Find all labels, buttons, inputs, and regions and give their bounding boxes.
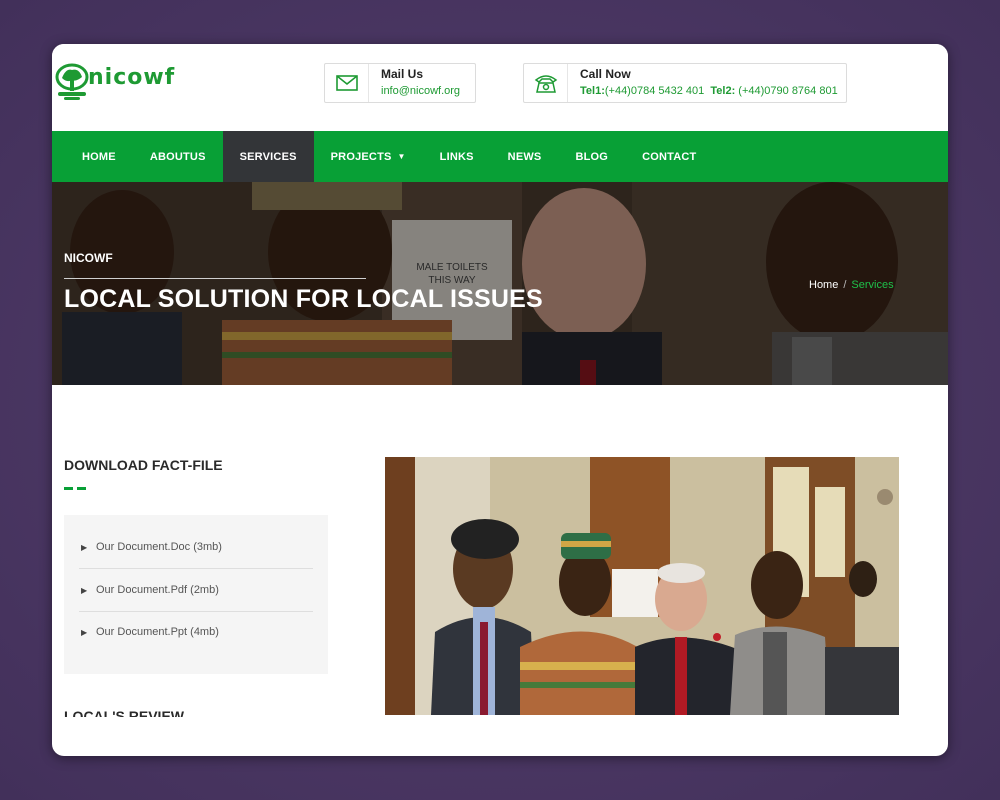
nav-contact[interactable]: CONTACT <box>625 131 713 182</box>
breadcrumb-current: Services <box>851 279 894 291</box>
hero-kicker: NICOWF <box>64 251 113 265</box>
document-item-ppt[interactable]: ▶ Our Document.Ppt (4mb) <box>79 611 313 653</box>
document-item-doc[interactable]: ▶ Our Document.Doc (3mb) <box>79 526 313 568</box>
site-header: nicowf Mail Us info@nicowf.org Call Now … <box>52 44 948 131</box>
caret-right-icon: ▶ <box>81 627 88 637</box>
caret-right-icon: ▶ <box>81 542 88 552</box>
mail-us-box[interactable]: Mail Us info@nicowf.org <box>324 63 476 103</box>
tree-logo-icon <box>55 63 89 100</box>
page-hero-banner: MALE TOILETS THIS WAY NICOWF LOCAL SOLUT… <box>52 182 948 385</box>
hero-divider <box>64 278 366 279</box>
breadcrumb: Home / Services <box>809 279 894 291</box>
document-label: Our Document.Pdf (2mb) <box>96 584 219 596</box>
tel1-label: Tel1: <box>580 85 605 97</box>
envelope-icon <box>325 64 369 102</box>
page-title: LOCAL SOLUTION FOR LOCAL ISSUES <box>64 285 543 313</box>
telephone-icon <box>524 64 568 102</box>
call-now-box[interactable]: Call Now Tel1:(+44)0784 5432 401 Tel2: (… <box>523 63 847 103</box>
title-underline-dashes <box>64 487 86 490</box>
nav-aboutus[interactable]: ABOUTUS <box>133 131 223 182</box>
logo-text: nicowf <box>88 64 176 90</box>
nav-projects[interactable]: PROJECTS ▼ <box>314 131 423 182</box>
document-list: ▶ Our Document.Doc (3mb) ▶ Our Document.… <box>64 515 328 674</box>
tel1-value: (+44)0784 5432 401 <box>604 85 705 97</box>
nav-projects-label: PROJECTS <box>330 150 392 163</box>
mail-address[interactable]: info@nicowf.org <box>381 82 460 100</box>
tel2-label: Tel2: <box>710 85 736 97</box>
call-now-title: Call Now <box>580 67 631 81</box>
services-photo <box>385 457 899 715</box>
caret-down-icon: ▼ <box>397 152 406 161</box>
breadcrumb-home[interactable]: Home <box>809 279 838 291</box>
site-logo[interactable]: nicowf <box>54 62 175 102</box>
document-label: Our Document.Ppt (4mb) <box>96 626 219 638</box>
group-photo-image <box>385 457 899 715</box>
nav-services[interactable]: SERVICES <box>222 131 314 182</box>
reviews-heading: LOCAL'S REVIEW <box>64 708 184 717</box>
mail-us-title: Mail Us <box>381 67 424 81</box>
nav-links[interactable]: LINKS <box>423 131 491 182</box>
browser-page: nicowf Mail Us info@nicowf.org Call Now … <box>52 44 948 756</box>
sidebar-title: DOWNLOAD FACT-FILE <box>64 457 223 473</box>
document-item-pdf[interactable]: ▶ Our Document.Pdf (2mb) <box>79 569 313 611</box>
nav-blog[interactable]: BLOG <box>558 131 625 182</box>
tel2-value: (+44)0790 8764 801 <box>735 85 838 97</box>
nav-home[interactable]: HOME <box>65 131 133 182</box>
breadcrumb-separator: / <box>843 279 847 291</box>
phone-numbers[interactable]: Tel1:(+44)0784 5432 401 Tel2: (+44)0790 … <box>580 82 838 100</box>
document-label: Our Document.Doc (3mb) <box>96 541 222 553</box>
caret-right-icon: ▶ <box>81 585 88 595</box>
main-navigation: HOME ABOUTUS SERVICES PROJECTS ▼ LINKS NE… <box>52 131 948 182</box>
nav-news[interactable]: NEWS <box>491 131 559 182</box>
